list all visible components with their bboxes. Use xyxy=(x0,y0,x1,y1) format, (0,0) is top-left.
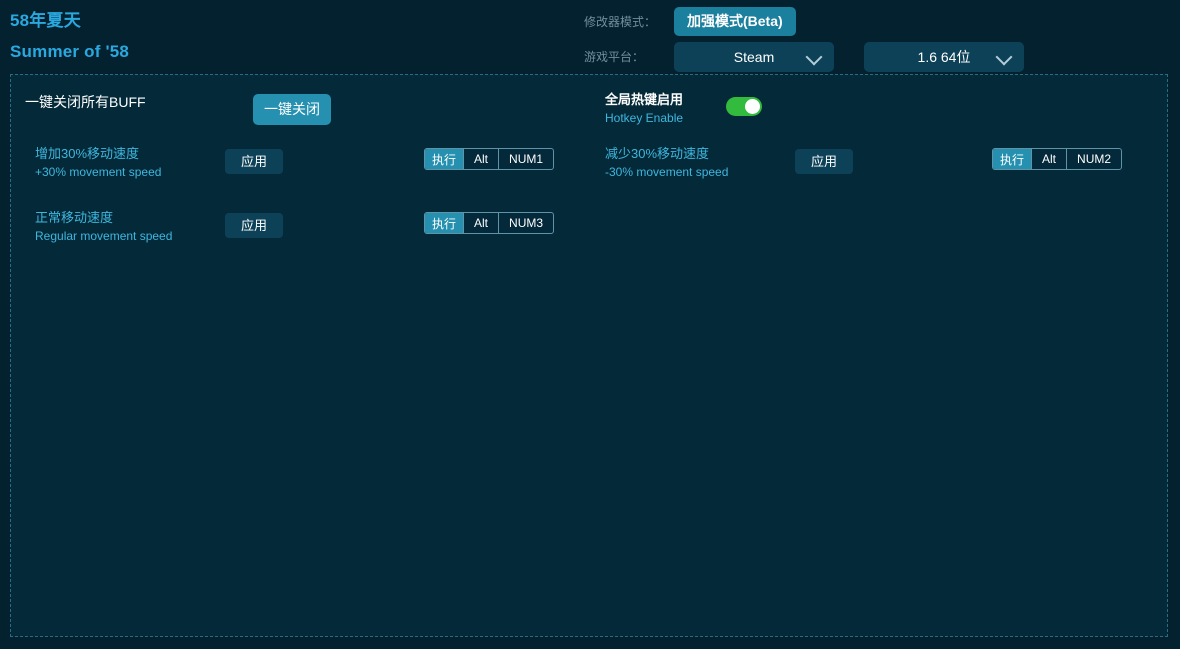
toggle-knob xyxy=(745,99,760,114)
trainer-mode-row: 修改器模式： 加强模式(Beta) xyxy=(584,7,796,36)
hotkey-exec-label: 执行 xyxy=(425,149,463,169)
apply-button[interactable]: 应用 xyxy=(225,213,283,238)
close-all-button[interactable]: 一键关闭 xyxy=(253,94,331,125)
cheat-name-en: +30% movement speed xyxy=(35,164,225,180)
platform-dropdown-value: Steam xyxy=(734,49,774,65)
hotkey-key[interactable]: NUM3 xyxy=(498,213,553,233)
cheat-name-cn: 增加30%移动速度 xyxy=(35,145,225,162)
apply-button[interactable]: 应用 xyxy=(795,149,853,174)
app-title-cn: 58年夏天 xyxy=(10,10,129,32)
hotkey-enable-toggle[interactable] xyxy=(726,97,762,116)
hotkey-modifier[interactable]: Alt xyxy=(463,213,498,233)
app-title-en: Summer of '58 xyxy=(10,41,129,63)
chevron-down-icon xyxy=(806,48,823,65)
panel-top-bar: 一键关闭所有BUFF 一键关闭 全局热键启用 Hotkey Enable xyxy=(11,75,1167,130)
game-platform-row: 游戏平台： Steam 1.6 64位 xyxy=(584,42,1024,71)
platform-dropdown[interactable]: Steam xyxy=(674,42,834,72)
cheat-name-en: Regular movement speed xyxy=(35,228,225,244)
hotkey-binding[interactable]: 执行 Alt NUM2 xyxy=(992,148,1122,170)
cheat-name-cn: 正常移动速度 xyxy=(35,209,225,226)
trainer-mode-label: 修改器模式： xyxy=(584,13,662,30)
apply-button[interactable]: 应用 xyxy=(225,149,283,174)
hotkey-binding[interactable]: 执行 Alt NUM1 xyxy=(424,148,554,170)
hotkey-key[interactable]: NUM2 xyxy=(1066,149,1121,169)
hotkey-key[interactable]: NUM1 xyxy=(498,149,553,169)
hotkey-modifier[interactable]: Alt xyxy=(1031,149,1066,169)
cheat-name-en: -30% movement speed xyxy=(605,164,795,180)
cheat-row: 正常移动速度 Regular movement speed 应用 执行 Alt … xyxy=(25,209,585,251)
cheat-row: 增加30%移动速度 +30% movement speed 应用 执行 Alt … xyxy=(25,145,585,187)
cheat-row: 减少30%移动速度 -30% movement speed 应用 执行 Alt … xyxy=(595,145,1155,187)
hotkey-binding[interactable]: 执行 Alt NUM3 xyxy=(424,212,554,234)
version-dropdown-value: 1.6 64位 xyxy=(918,47,971,67)
hotkey-exec-label: 执行 xyxy=(425,213,463,233)
cheat-panel: 一键关闭所有BUFF 一键关闭 全局热键启用 Hotkey Enable 增加3… xyxy=(10,74,1168,637)
version-dropdown[interactable]: 1.6 64位 xyxy=(864,42,1024,72)
app-header: 58年夏天 Summer of '58 修改器模式： 加强模式(Beta) 游戏… xyxy=(0,0,1180,74)
cheat-name-group: 减少30%移动速度 -30% movement speed xyxy=(605,145,795,180)
app-title: 58年夏天 Summer of '58 xyxy=(10,10,129,63)
cheat-name-cn: 减少30%移动速度 xyxy=(605,145,795,162)
hotkey-exec-label: 执行 xyxy=(993,149,1031,169)
chevron-down-icon xyxy=(996,48,1013,65)
hotkey-enable-group: 全局热键启用 Hotkey Enable xyxy=(605,91,775,126)
game-platform-label: 游戏平台： xyxy=(584,48,662,65)
cheat-name-group: 正常移动速度 Regular movement speed xyxy=(35,209,225,244)
close-all-buff-label: 一键关闭所有BUFF xyxy=(25,92,146,112)
trainer-mode-button[interactable]: 加强模式(Beta) xyxy=(674,7,796,36)
hotkey-modifier[interactable]: Alt xyxy=(463,149,498,169)
cheat-name-group: 增加30%移动速度 +30% movement speed xyxy=(35,145,225,180)
